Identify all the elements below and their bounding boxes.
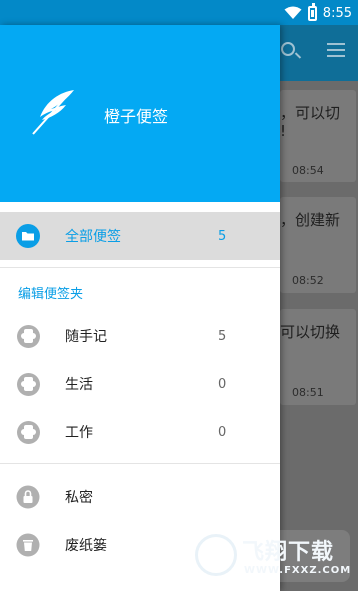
note-card[interactable]: ，可以切 ! 08:54: [280, 90, 356, 182]
edit-folders-link[interactable]: 编辑便签夹: [18, 283, 83, 302]
puzzle-icon: [16, 372, 40, 396]
nav-item-folder[interactable]: 工作 0: [0, 408, 280, 456]
search-icon[interactable]: [281, 42, 295, 56]
note-text: ，可以切: [280, 104, 341, 122]
puzzle-icon: [16, 420, 40, 444]
note-text: ，创建新: [280, 211, 341, 229]
nav-item-folder[interactable]: 生活 0: [0, 360, 280, 408]
battery-icon: [307, 2, 317, 21]
watermark-logo-icon: [195, 534, 237, 576]
divider: [0, 463, 280, 464]
nav-item-label: 生活: [65, 377, 93, 393]
note-time: 08:51: [292, 386, 324, 399]
wifi-icon: [284, 6, 302, 19]
watermark-brand: 飞翔下载: [242, 540, 335, 565]
watermark: 飞翔下载 WWW.FXXZ.COM: [192, 530, 350, 582]
nav-item-label: 工作: [65, 425, 93, 441]
trash-icon: [16, 533, 40, 557]
note-text: !: [280, 122, 287, 140]
list-view-icon[interactable]: [327, 43, 345, 57]
nav-item-all-notes[interactable]: 全部便签 5: [0, 212, 280, 260]
note-text: 可以切换: [280, 323, 341, 341]
note-time: 08:54: [292, 164, 324, 177]
nav-item-label: 私密: [65, 490, 93, 506]
nav-item-count: 5: [218, 328, 227, 344]
nav-item-folder[interactable]: 随手记 5: [0, 312, 280, 360]
note-time: 08:52: [292, 274, 324, 287]
divider: [0, 267, 280, 268]
nav-item-count: 0: [218, 424, 227, 440]
nav-item-count: 5: [218, 228, 227, 244]
note-card[interactable]: ，创建新 08:52: [280, 197, 356, 293]
app-title: 橙子便签: [104, 107, 169, 126]
lock-icon: [16, 485, 40, 509]
watermark-url: WWW.FXXZ.COM: [244, 565, 352, 576]
folder-icon: [16, 224, 40, 248]
note-card[interactable]: 可以切换 08:51: [280, 309, 356, 405]
nav-item-label: 随手记: [65, 329, 107, 345]
puzzle-icon: [16, 324, 40, 348]
status-bar: 8:55: [0, 0, 358, 25]
status-icons: 8:55: [284, 2, 352, 23]
feather-icon: [32, 90, 74, 135]
nav-item-label: 废纸篓: [65, 538, 107, 554]
drawer-header: 橙子便签: [0, 25, 280, 202]
navigation-drawer: 橙子便签 全部便签 5 编辑便签夹 随手记 5 生活 0 工作 0 私密 废纸篓: [0, 25, 280, 591]
nav-item-private[interactable]: 私密: [0, 473, 280, 521]
nav-item-label: 全部便签: [65, 229, 121, 245]
status-time: 8:55: [322, 5, 352, 21]
nav-item-count: 0: [218, 376, 227, 392]
